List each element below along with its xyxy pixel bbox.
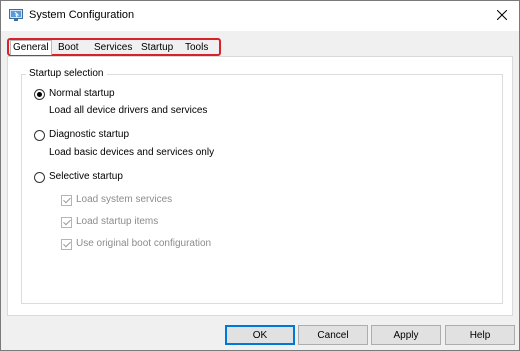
title-bar: System Configuration bbox=[1, 1, 519, 31]
startup-selection-group: Startup selection Normal startup Load al… bbox=[21, 68, 503, 304]
use-original-boot-config-label: Use original boot configuration bbox=[76, 238, 212, 249]
diagnostic-startup-label[interactable]: Diagnostic startup bbox=[49, 129, 129, 140]
close-icon bbox=[497, 10, 507, 20]
diagnostic-startup-description: Load basic devices and services only bbox=[49, 147, 215, 158]
system-config-icon bbox=[9, 9, 23, 22]
load-startup-items-label: Load startup items bbox=[76, 216, 159, 227]
tab-boot[interactable]: Boot bbox=[56, 41, 81, 55]
cancel-button[interactable]: Cancel bbox=[298, 325, 368, 345]
tab-startup[interactable]: Startup bbox=[139, 41, 175, 55]
selective-startup-label[interactable]: Selective startup bbox=[49, 171, 123, 182]
tab-services[interactable]: Services bbox=[92, 41, 134, 55]
use-original-boot-config-checkbox[interactable] bbox=[61, 239, 72, 250]
help-button[interactable]: Help bbox=[445, 325, 515, 345]
load-system-services-label: Load system services bbox=[76, 194, 173, 205]
load-startup-items-checkbox[interactable] bbox=[61, 217, 72, 228]
window-title: System Configuration bbox=[29, 9, 135, 21]
normal-startup-radio[interactable] bbox=[34, 89, 45, 100]
startup-selection-legend: Startup selection bbox=[26, 68, 107, 79]
selective-startup-radio[interactable] bbox=[34, 172, 45, 183]
ok-button[interactable]: OK bbox=[225, 325, 295, 345]
normal-startup-description: Load all device drivers and services bbox=[49, 105, 208, 116]
tab-strip: General Boot Services Startup Tools bbox=[7, 38, 221, 56]
normal-startup-label[interactable]: Normal startup bbox=[49, 88, 115, 99]
tab-general[interactable]: General bbox=[10, 40, 52, 55]
system-configuration-window: System Configuration General Boot Servic… bbox=[0, 0, 520, 351]
load-system-services-checkbox[interactable] bbox=[61, 195, 72, 206]
general-tab-panel: Startup selection Normal startup Load al… bbox=[7, 56, 513, 316]
diagnostic-startup-radio[interactable] bbox=[34, 130, 45, 141]
apply-button[interactable]: Apply bbox=[371, 325, 441, 345]
close-button[interactable] bbox=[491, 5, 513, 25]
tab-tools[interactable]: Tools bbox=[183, 41, 210, 55]
